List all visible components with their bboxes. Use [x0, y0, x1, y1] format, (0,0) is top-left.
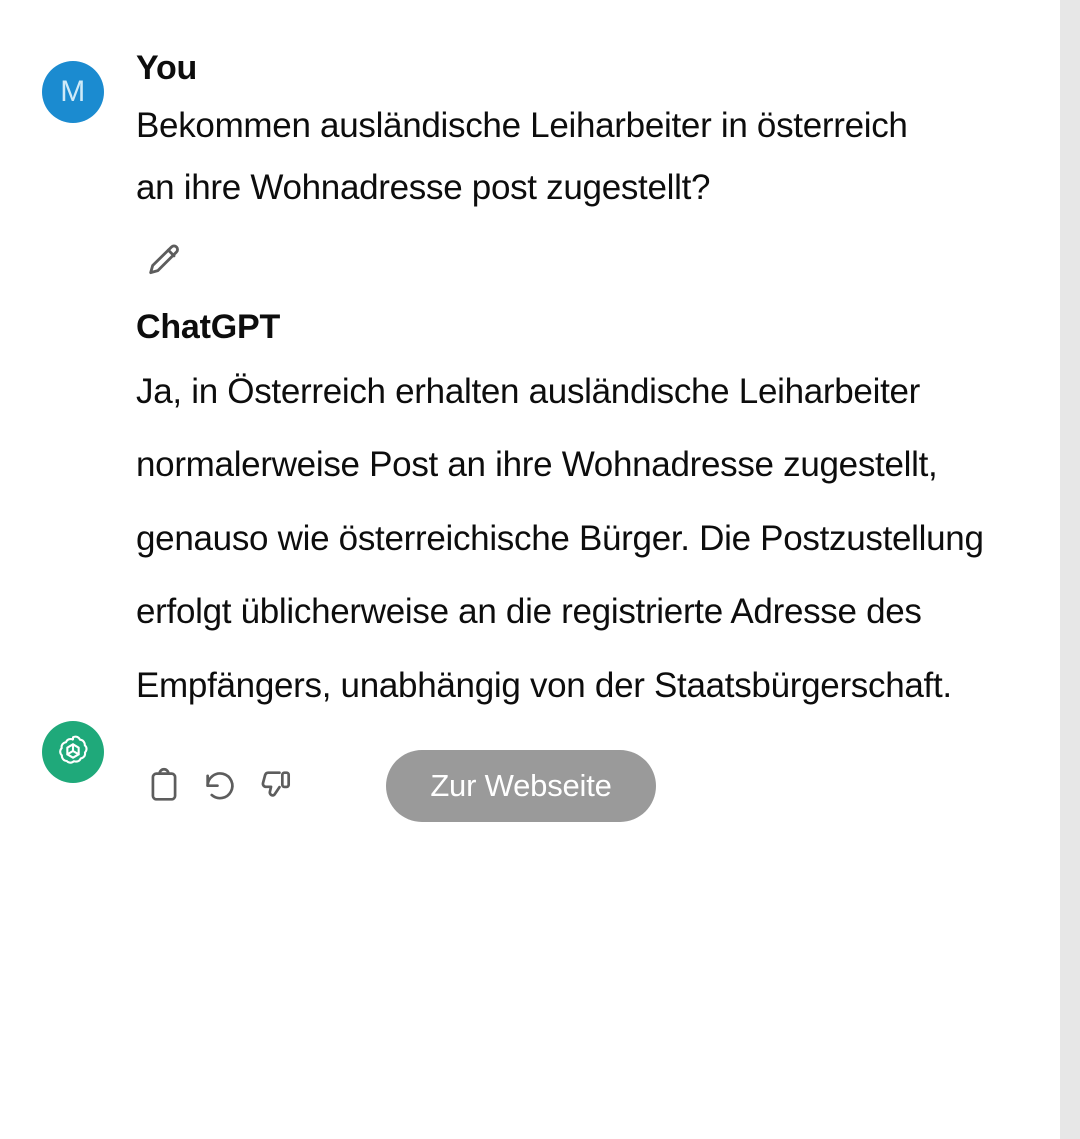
- message-text-user: Bekommen ausländische Leiharbeiter in ös…: [136, 106, 908, 208]
- message-text-assistant: Ja, in Österreich erhalten ausländische …: [136, 371, 984, 705]
- message-author-user: You: [136, 49, 198, 87]
- openai-logo-icon: [53, 732, 93, 772]
- chat-page: M You Bekommen ausländische Leiharbeiter…: [0, 0, 1080, 1139]
- thumbs-down-icon: [257, 767, 295, 805]
- conversation-thread: M You Bekommen ausländische Leiharbeiter…: [0, 0, 1060, 1139]
- user-initial-avatar: M: [60, 75, 86, 108]
- message-author-assistant: ChatGPT: [136, 308, 281, 347]
- pencil-icon: [144, 241, 184, 281]
- avatar: M: [42, 61, 104, 123]
- message-user: M You Bekommen ausländische Leiharbeiter…: [0, 0, 1060, 289]
- copy-button[interactable]: [136, 758, 192, 814]
- rotate-ccw-icon: [201, 767, 239, 805]
- assistant-message-actions: Zur Webseite: [136, 750, 1060, 823]
- regenerate-button[interactable]: [192, 758, 248, 814]
- avatar: [42, 721, 104, 784]
- open-website-button[interactable]: Zur Webseite: [386, 750, 656, 823]
- message-assistant: ChatGPT Ja, in Österreich erhalten auslä…: [0, 289, 1060, 823]
- edit-message-button[interactable]: [136, 233, 192, 289]
- thumbs-down-button[interactable]: [248, 758, 304, 814]
- scroll-gutter[interactable]: [1060, 0, 1080, 1139]
- clipboard-icon: [145, 767, 183, 805]
- user-message-actions: [136, 233, 1060, 289]
